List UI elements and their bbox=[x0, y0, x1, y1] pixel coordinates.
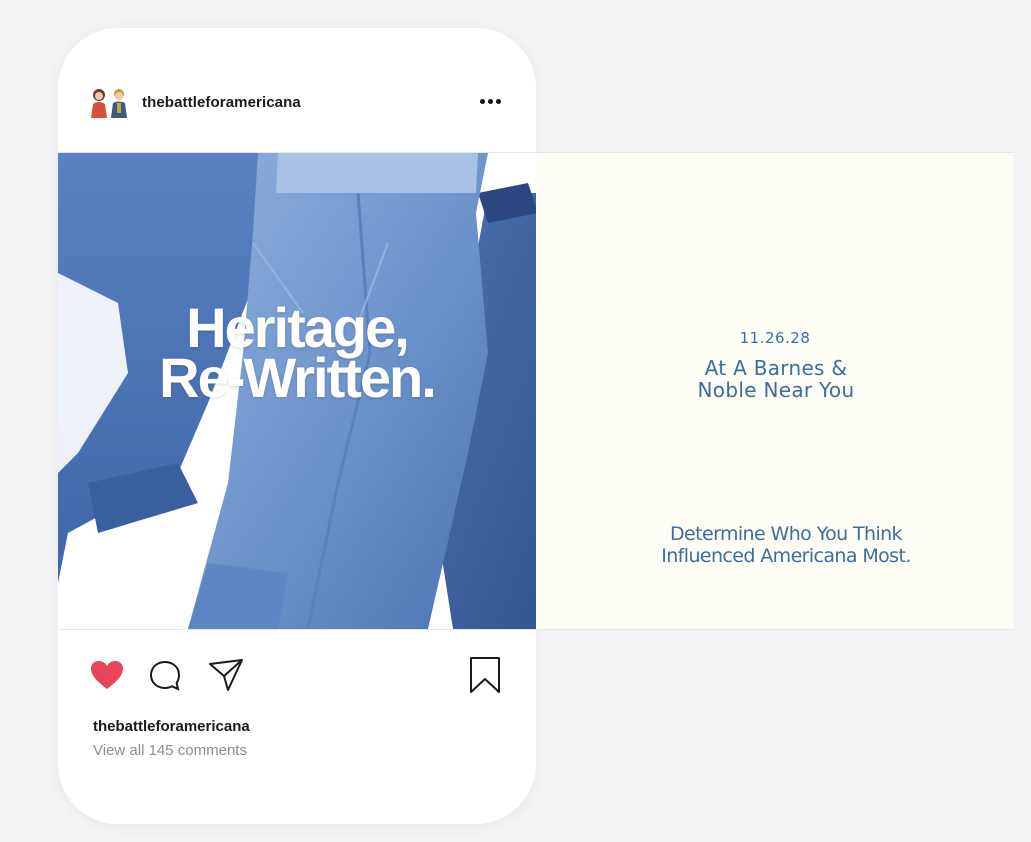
headline-line-2: Re-Written. bbox=[159, 346, 437, 409]
caption-username[interactable]: thebattleforamericana bbox=[93, 718, 250, 735]
event-location-line-1: At A Barnes & bbox=[704, 356, 848, 380]
view-comments-link[interactable]: View all 145 comments bbox=[93, 742, 247, 759]
more-horizontal-icon[interactable] bbox=[478, 92, 502, 110]
profile-avatar[interactable] bbox=[86, 86, 132, 118]
event-location-line-2: Noble Near You bbox=[697, 378, 855, 402]
event-date: 11.26.28 bbox=[739, 329, 811, 347]
heart-icon[interactable] bbox=[90, 660, 124, 690]
post-carousel[interactable]: Heritage, Re-Written. 11.26.28 At A Barn… bbox=[58, 152, 1014, 630]
post-actions bbox=[90, 656, 506, 696]
send-icon[interactable] bbox=[208, 658, 244, 692]
slide-event-info: 11.26.28 At A Barnes & Noble Near You De… bbox=[536, 153, 1014, 629]
post-username[interactable]: thebattleforamericana bbox=[142, 94, 301, 111]
event-location: At A Barnes & Noble Near You bbox=[596, 357, 956, 401]
event-cta-line-1: Determine Who You Think bbox=[670, 523, 903, 545]
slide-heritage: Heritage, Re-Written. bbox=[58, 153, 536, 629]
comment-icon[interactable] bbox=[148, 660, 182, 692]
bookmark-icon[interactable] bbox=[468, 656, 502, 694]
slide-headline: Heritage, Re-Written. bbox=[58, 300, 536, 409]
event-cta-line-2: Influenced Americana Most. bbox=[661, 545, 911, 567]
post-header: thebattleforamericana bbox=[86, 86, 506, 118]
event-cta: Determine Who You Think Influenced Ameri… bbox=[576, 523, 996, 567]
